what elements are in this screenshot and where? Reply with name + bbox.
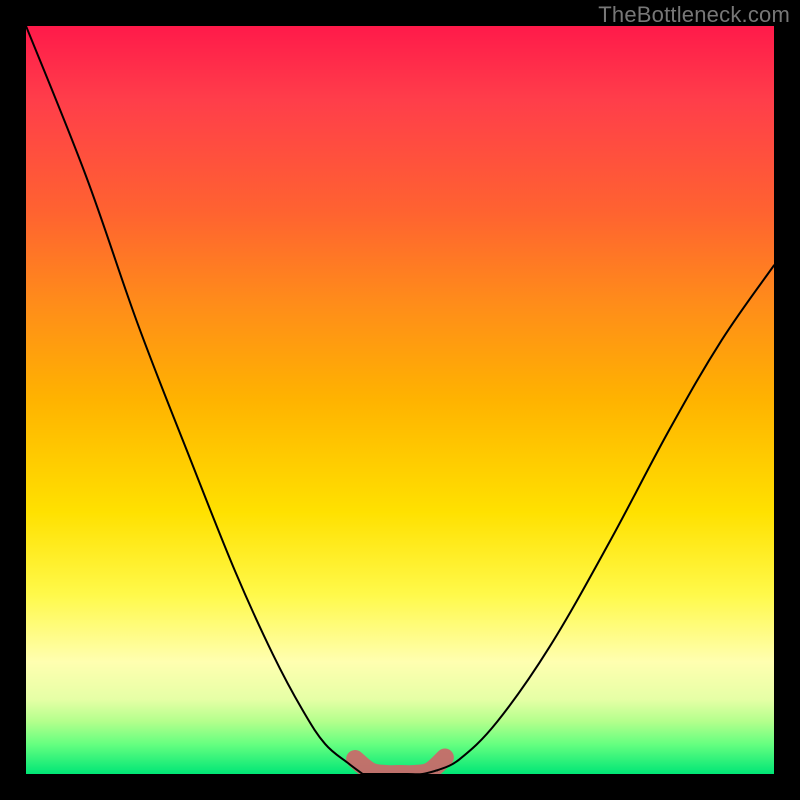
chart-frame: TheBottleneck.com: [0, 0, 800, 800]
plot-area: [26, 26, 774, 774]
curve-left-branch: [26, 26, 363, 774]
curve-right-branch: [437, 265, 774, 770]
watermark-text: TheBottleneck.com: [598, 2, 790, 28]
curve-layer: [26, 26, 774, 774]
